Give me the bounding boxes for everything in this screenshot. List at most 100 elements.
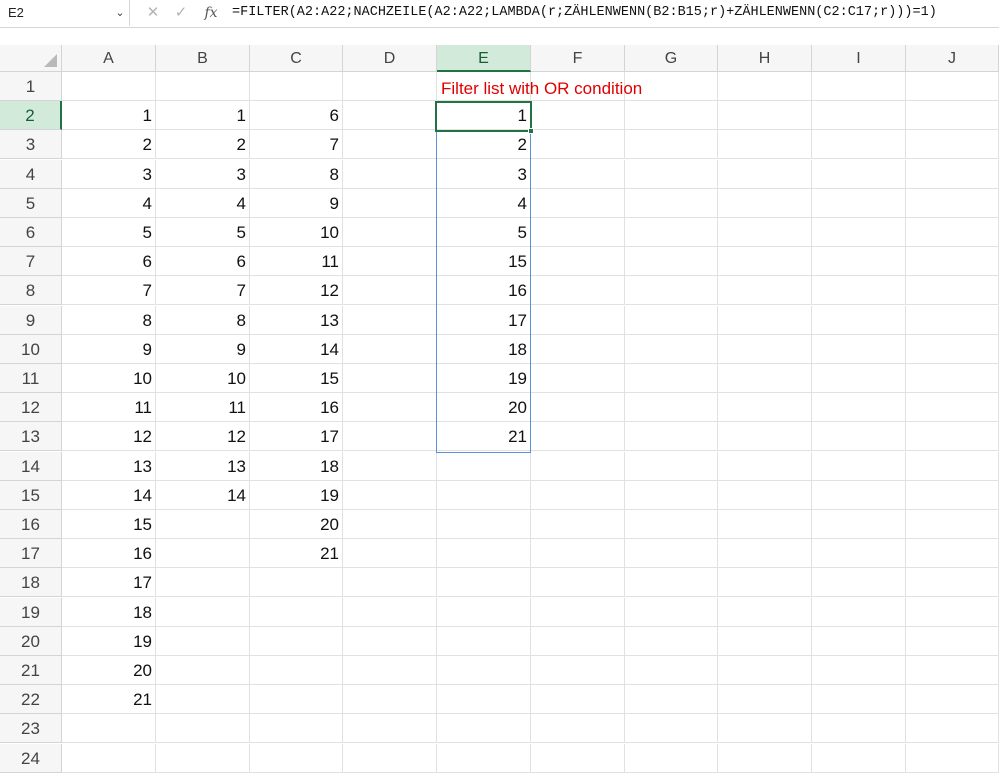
cell-g16[interactable] <box>625 510 718 539</box>
cell-g4[interactable] <box>625 160 718 189</box>
cell-i19[interactable] <box>812 598 906 627</box>
cell-d11[interactable] <box>343 364 437 393</box>
cell-i4[interactable] <box>812 160 906 189</box>
cell-g5[interactable] <box>625 189 718 218</box>
row-header-17[interactable]: 17 <box>0 539 62 568</box>
row-header-10[interactable]: 10 <box>0 335 62 364</box>
cell-j4[interactable] <box>906 160 999 189</box>
cell-i22[interactable] <box>812 685 906 714</box>
cell-d6[interactable] <box>343 218 437 247</box>
column-header-d[interactable]: D <box>343 45 437 72</box>
cell-i10[interactable] <box>812 335 906 364</box>
row-header-23[interactable]: 23 <box>0 714 62 743</box>
cell-h3[interactable] <box>718 130 812 159</box>
column-header-i[interactable]: I <box>812 45 906 72</box>
cell-c19[interactable] <box>250 598 343 627</box>
column-header-h[interactable]: H <box>718 45 812 72</box>
cell-a1[interactable] <box>62 72 156 101</box>
cell-i9[interactable] <box>812 306 906 335</box>
cell-i8[interactable] <box>812 276 906 305</box>
cell-c20[interactable] <box>250 627 343 656</box>
cell-j13[interactable] <box>906 422 999 451</box>
cell-f12[interactable] <box>531 393 625 422</box>
row-header-13[interactable]: 13 <box>0 422 62 451</box>
cell-i21[interactable] <box>812 656 906 685</box>
cell-c21[interactable] <box>250 656 343 685</box>
row-header-1[interactable]: 1 <box>0 72 62 101</box>
cell-f14[interactable] <box>531 452 625 481</box>
cell-b18[interactable] <box>156 568 250 597</box>
cell-g18[interactable] <box>625 568 718 597</box>
cell-e20[interactable] <box>437 627 531 656</box>
cell-h12[interactable] <box>718 393 812 422</box>
cell-b23[interactable] <box>156 714 250 743</box>
cell-h15[interactable] <box>718 481 812 510</box>
row-header-14[interactable]: 14 <box>0 452 62 481</box>
cell-d18[interactable] <box>343 568 437 597</box>
cell-h17[interactable] <box>718 539 812 568</box>
cell-g7[interactable] <box>625 247 718 276</box>
cell-h9[interactable] <box>718 306 812 335</box>
formula-input[interactable]: =FILTER(A2:A22;NACHZEILE(A2:A22;LAMBDA(r… <box>232 0 937 26</box>
row-header-8[interactable]: 8 <box>0 276 62 305</box>
cell-f3[interactable] <box>531 130 625 159</box>
cell-d23[interactable] <box>343 714 437 743</box>
row-header-18[interactable]: 18 <box>0 568 62 597</box>
row-header-9[interactable]: 9 <box>0 306 62 335</box>
cell-d13[interactable] <box>343 422 437 451</box>
cell-j22[interactable] <box>906 685 999 714</box>
cell-d7[interactable] <box>343 247 437 276</box>
cell-b1[interactable] <box>156 72 250 101</box>
cell-h18[interactable] <box>718 568 812 597</box>
cell-f17[interactable] <box>531 539 625 568</box>
cell-h14[interactable] <box>718 452 812 481</box>
row-header-7[interactable]: 7 <box>0 247 62 276</box>
column-header-c[interactable]: C <box>250 45 343 72</box>
cell-b24[interactable] <box>156 744 250 773</box>
cell-g2[interactable] <box>625 101 718 130</box>
cell-j14[interactable] <box>906 452 999 481</box>
column-header-e[interactable]: E <box>437 45 531 72</box>
cell-h10[interactable] <box>718 335 812 364</box>
cell-j17[interactable] <box>906 539 999 568</box>
row-header-3[interactable]: 3 <box>0 130 62 159</box>
cell-g24[interactable] <box>625 744 718 773</box>
cell-j21[interactable] <box>906 656 999 685</box>
cell-h20[interactable] <box>718 627 812 656</box>
cell-d14[interactable] <box>343 452 437 481</box>
cell-f21[interactable] <box>531 656 625 685</box>
cell-d3[interactable] <box>343 130 437 159</box>
cell-c22[interactable] <box>250 685 343 714</box>
check-icon[interactable]: ✓ <box>172 0 190 26</box>
cell-i23[interactable] <box>812 714 906 743</box>
cell-j5[interactable] <box>906 189 999 218</box>
cell-g3[interactable] <box>625 130 718 159</box>
cell-d21[interactable] <box>343 656 437 685</box>
chevron-down-icon[interactable]: ⌄ <box>112 0 128 26</box>
cell-e18[interactable] <box>437 568 531 597</box>
cell-g20[interactable] <box>625 627 718 656</box>
cell-d4[interactable] <box>343 160 437 189</box>
cell-g10[interactable] <box>625 335 718 364</box>
cell-j15[interactable] <box>906 481 999 510</box>
cell-h23[interactable] <box>718 714 812 743</box>
cell-f24[interactable] <box>531 744 625 773</box>
cell-g12[interactable] <box>625 393 718 422</box>
insert-function-button[interactable]: fx <box>200 0 222 26</box>
cell-j11[interactable] <box>906 364 999 393</box>
row-header-20[interactable]: 20 <box>0 627 62 656</box>
cell-d19[interactable] <box>343 598 437 627</box>
cell-g21[interactable] <box>625 656 718 685</box>
cell-h22[interactable] <box>718 685 812 714</box>
cell-g8[interactable] <box>625 276 718 305</box>
cell-h2[interactable] <box>718 101 812 130</box>
cell-f8[interactable] <box>531 276 625 305</box>
cell-g22[interactable] <box>625 685 718 714</box>
cell-b20[interactable] <box>156 627 250 656</box>
cell-b22[interactable] <box>156 685 250 714</box>
cell-f13[interactable] <box>531 422 625 451</box>
cell-j18[interactable] <box>906 568 999 597</box>
cell-g11[interactable] <box>625 364 718 393</box>
cell-f5[interactable] <box>531 189 625 218</box>
cell-b17[interactable] <box>156 539 250 568</box>
